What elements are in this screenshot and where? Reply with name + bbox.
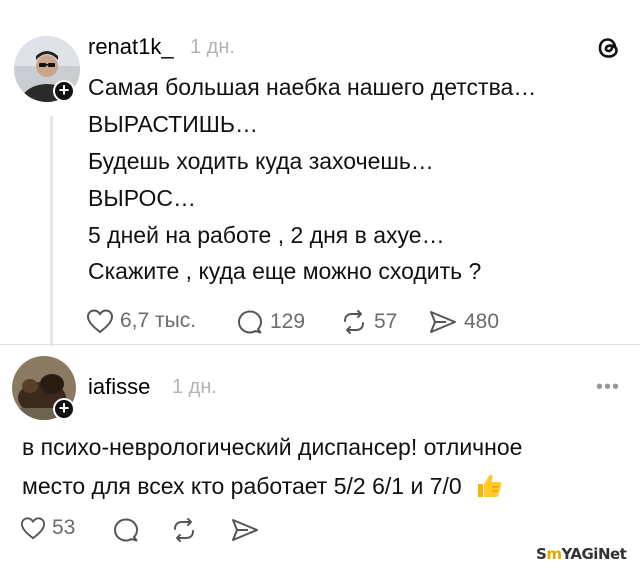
post-time: 1 дн. <box>190 36 235 58</box>
like-count: 6,7 тыс. <box>120 309 197 332</box>
reply-repost-button[interactable] <box>170 516 198 544</box>
thumbs-up-icon <box>474 470 504 506</box>
comment-bubble-icon <box>112 516 140 544</box>
reply-time: 1 дн. <box>172 376 217 398</box>
post-text-line-3: Будешь ходить куда захочешь… <box>88 148 434 174</box>
post-text-line-2: ВЫРАСТИШЬ… <box>88 111 258 137</box>
comment-count: 129 <box>270 310 306 333</box>
more-dots-icon[interactable]: ••• <box>596 376 620 399</box>
post-text-line-5: 5 дней на работе , 2 дня в ахуе… <box>88 222 445 248</box>
reply-text-line-2: место для всех кто работает 5/2 6/1 и 7/… <box>22 470 504 506</box>
reply-username[interactable]: iafisse <box>88 374 150 400</box>
like-button[interactable]: 6,7 тыс. <box>86 308 196 334</box>
heart-icon <box>86 308 114 334</box>
repost-icon <box>170 516 198 544</box>
send-icon <box>428 308 458 336</box>
post-text-line-6: Скажите , куда еще можно сходить ? <box>88 258 482 284</box>
post-text-line-4: ВЫРОС… <box>88 185 197 211</box>
post-text-line-1: Самая большая наебка нашего детства… <box>88 74 537 100</box>
reply-text-line-2-text: место для всех кто работает 5/2 6/1 и 7/… <box>22 473 462 499</box>
divider <box>0 344 640 345</box>
thread-line <box>50 116 53 346</box>
follow-plus-icon[interactable]: + <box>53 80 75 102</box>
heart-icon <box>20 516 46 540</box>
reply-comment-button[interactable] <box>112 516 140 544</box>
send-icon <box>230 516 260 544</box>
author-username[interactable]: renat1k_ <box>88 34 174 60</box>
share-button[interactable]: 480 <box>428 308 499 336</box>
repost-icon <box>340 308 368 336</box>
watermark-logo: SmYAGiNet <box>536 545 627 563</box>
repost-count: 57 <box>374 310 398 333</box>
threads-logo-icon[interactable] <box>594 33 624 63</box>
reply-share-button[interactable] <box>230 516 260 544</box>
share-count: 480 <box>464 310 500 333</box>
reply-like-button[interactable]: 53 <box>20 516 75 540</box>
reply-text-line-1: в психо-неврологический диспансер! отлич… <box>22 434 523 460</box>
comment-button[interactable]: 129 <box>236 308 305 336</box>
reply-like-count: 53 <box>52 516 76 539</box>
repost-button[interactable]: 57 <box>340 308 397 336</box>
comment-bubble-icon <box>236 308 264 336</box>
follow-plus-icon[interactable]: + <box>53 398 75 420</box>
